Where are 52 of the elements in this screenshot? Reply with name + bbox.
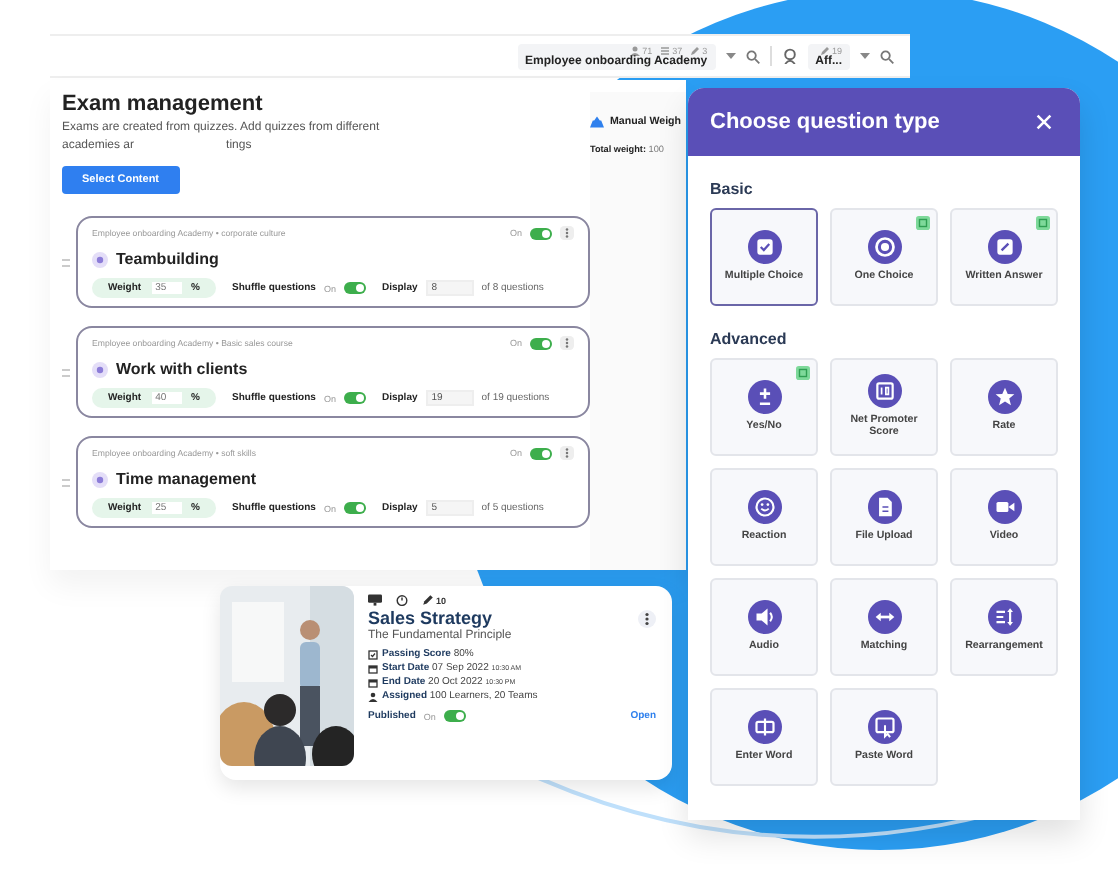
person-icon (630, 45, 641, 55)
document-icon (867, 490, 901, 525)
section-title: Advanced (710, 330, 789, 348)
toggle-switch[interactable] (343, 282, 366, 294)
kebab-menu-icon[interactable] (638, 609, 656, 627)
quiz-title: Teambuilding (116, 250, 219, 268)
kebab-menu-icon[interactable] (560, 226, 574, 240)
pencil-icon (819, 45, 830, 55)
timer-icon (396, 594, 408, 606)
radio-icon (867, 230, 901, 265)
pencil-icon (987, 230, 1021, 265)
caret-icon (725, 52, 736, 60)
sort-icon (987, 600, 1021, 635)
text-input-icon (747, 710, 781, 745)
scale-icon (867, 374, 901, 409)
paste-icon (867, 710, 901, 745)
kebab-menu-icon[interactable] (560, 446, 574, 460)
kebab-menu-icon[interactable] (560, 336, 574, 350)
toggle-switch[interactable] (343, 392, 366, 404)
quiz-icon (92, 361, 108, 377)
quiz-icon (92, 471, 108, 487)
toggle-switch[interactable] (530, 227, 552, 239)
user-icon[interactable] (781, 48, 798, 64)
list-icon (660, 45, 671, 55)
search-icon[interactable] (880, 49, 894, 63)
calendar-icon (368, 663, 378, 673)
calendar-icon (368, 677, 378, 687)
scale-icon (590, 116, 604, 128)
checkbox-icon (747, 230, 781, 265)
section-title: Basic (710, 180, 755, 198)
toggle-switch[interactable] (530, 337, 552, 349)
smiley-icon (747, 490, 781, 525)
close-icon[interactable] (1036, 114, 1052, 130)
plus-minus-icon (747, 380, 781, 415)
quiz-title: Work with clients (116, 360, 248, 378)
toggle-switch[interactable] (343, 502, 366, 514)
search-icon[interactable] (745, 49, 760, 63)
pencil-icon (422, 594, 434, 606)
quiz-title: Time management (116, 470, 257, 488)
pencil-icon (690, 45, 701, 55)
caret-icon (860, 52, 870, 60)
quiz-icon (92, 251, 108, 267)
toggle-switch[interactable] (443, 710, 466, 722)
toggle-switch[interactable] (530, 447, 552, 459)
speaker-icon (747, 600, 781, 635)
screen-icon (368, 594, 382, 606)
page-title: Exam management (62, 92, 265, 116)
checklist-icon (368, 649, 378, 659)
dialog-title: Choose question type (710, 110, 940, 134)
person-icon (368, 691, 378, 701)
course-title: Sales Strategy (368, 608, 493, 628)
video-camera-icon (987, 490, 1021, 525)
